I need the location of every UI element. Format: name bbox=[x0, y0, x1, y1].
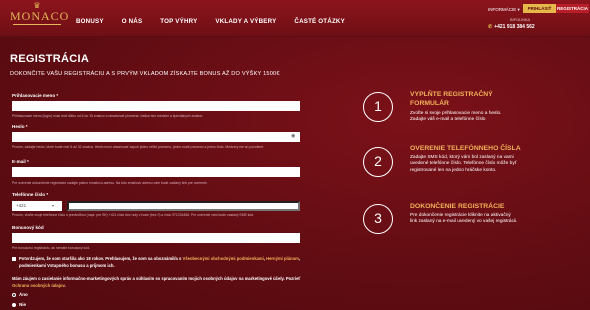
email-hint: Pre overenie dokončenie registrácie zada… bbox=[12, 181, 208, 185]
page-subtitle: DOKONČITE VAŠU REGISTRÁCIU A S PRVÝM VKL… bbox=[10, 71, 280, 77]
eye-icon[interactable]: ◉ bbox=[291, 133, 295, 139]
logo-text: MONACO bbox=[10, 9, 70, 23]
step-title: DOKONČENIE REGISTRÁCIE bbox=[410, 203, 505, 210]
bonus-hint: Pre bonusovú registráciu, ak nemáte bonu… bbox=[12, 246, 91, 250]
password-input[interactable] bbox=[12, 132, 300, 142]
marketing-text: Mám záujem o zasielanie informačno-marke… bbox=[12, 276, 301, 281]
game-plan-link[interactable]: Hernými plánom bbox=[266, 256, 299, 261]
phone-input[interactable] bbox=[67, 201, 300, 211]
radio-no[interactable] bbox=[12, 302, 16, 307]
terms-link[interactable]: Všeobecnými obchodnými podmienkami bbox=[183, 256, 264, 261]
nav-top-vyhry[interactable]: TOP VÝHRY bbox=[160, 18, 197, 25]
email-label: E-mail * bbox=[12, 159, 29, 164]
radio-yes-label: Áno bbox=[19, 292, 28, 297]
terms-text: Potvrdzujem, že som starší/a ako 18 roko… bbox=[19, 256, 309, 269]
bonus-input[interactable] bbox=[12, 233, 300, 243]
step-title: OVERENIE TELEFÓNNEHO ČÍSLA bbox=[410, 145, 521, 152]
helpline-label: INFOLINKA bbox=[510, 18, 531, 22]
chevron-down-icon: ▾ bbox=[52, 203, 55, 208]
login-button[interactable]: PRIHLÁSIŤ bbox=[523, 4, 556, 13]
password-hint: Prosím, zadajte heslo, ktoré bude mať 6 … bbox=[12, 145, 265, 149]
marketing-consent-text: Mám záujem o zasielanie informačno-marke… bbox=[12, 276, 312, 289]
top-header: ♛ MONACO BONUSY O NÁS TOP VÝHRY VKLADY A… bbox=[0, 0, 590, 36]
monaco-logo[interactable]: ♛ MONACO bbox=[10, 2, 70, 34]
nav-caste-otazky[interactable]: ČASTÉ OTÁZKY bbox=[294, 18, 345, 25]
step-number: 2 bbox=[363, 147, 393, 177]
main-nav: BONUSY O NÁS TOP VÝHRY VKLADY A VÝBERY Č… bbox=[76, 18, 363, 25]
country-code-select[interactable]: +421 bbox=[12, 201, 62, 211]
privacy-link[interactable]: Ochranu osobných údajov bbox=[12, 283, 65, 288]
chevron-down-icon: ▾ bbox=[517, 7, 520, 12]
nav-bonusy[interactable]: BONUSY bbox=[76, 18, 104, 25]
nav-o-nas[interactable]: O NÁS bbox=[122, 18, 143, 25]
username-input[interactable] bbox=[12, 101, 300, 111]
step-number: 3 bbox=[363, 204, 393, 234]
page-title: REGISTRÁCIA bbox=[10, 53, 90, 65]
marketing-text-end: . bbox=[64, 282, 66, 288]
step-text: Zvoľte si svoje prihlasovacie meno a hes… bbox=[410, 111, 502, 123]
step-text: Zadajte SMS kód, ktorý vám bol zaslaný n… bbox=[410, 155, 517, 173]
step-number: 1 bbox=[363, 92, 393, 122]
logo-underline bbox=[13, 24, 61, 25]
radio-yes[interactable] bbox=[12, 292, 16, 297]
email-input[interactable] bbox=[12, 167, 300, 177]
phone-hint: Prosím, vložte svoje telefónne číslo s p… bbox=[12, 213, 255, 217]
terms-checkbox[interactable] bbox=[12, 257, 16, 261]
username-label: Prihlasovacie meno * bbox=[12, 93, 59, 98]
info-label: INFORMÁCIE bbox=[488, 7, 517, 12]
bonus-label: Bonusový kód bbox=[12, 225, 44, 230]
marketing-yes-option[interactable]: Áno bbox=[12, 292, 28, 297]
step-title: VYPLŇTE REGISTRAČNÝ FORMULÁR bbox=[410, 91, 493, 107]
step-text: Pre dokončenie registrácie kliknite na a… bbox=[410, 213, 518, 225]
phone-number: +421 918 384 562 bbox=[494, 24, 535, 30]
radio-no-label: Nie bbox=[19, 302, 27, 307]
password-label: Heslo * bbox=[12, 124, 28, 129]
register-button[interactable]: REGISTRÁCIA bbox=[556, 4, 589, 13]
info-dropdown[interactable]: INFORMÁCIE ▾ bbox=[488, 7, 520, 13]
phone-label: Telefónne číslo * bbox=[12, 192, 49, 197]
username-hint: Prihlasovacie meno (login) musí mať dĺžk… bbox=[12, 114, 203, 118]
helpline-phone[interactable]: ✆ +421 918 384 562 bbox=[488, 24, 535, 30]
terms-text-part: Potvrdzujem, že som starší/a ako 18 roko… bbox=[19, 256, 183, 261]
phone-icon: ✆ bbox=[488, 24, 493, 30]
marketing-no-option[interactable]: Nie bbox=[12, 302, 26, 307]
nav-vklady-vybery[interactable]: VKLADY A VÝBERY bbox=[215, 18, 276, 25]
